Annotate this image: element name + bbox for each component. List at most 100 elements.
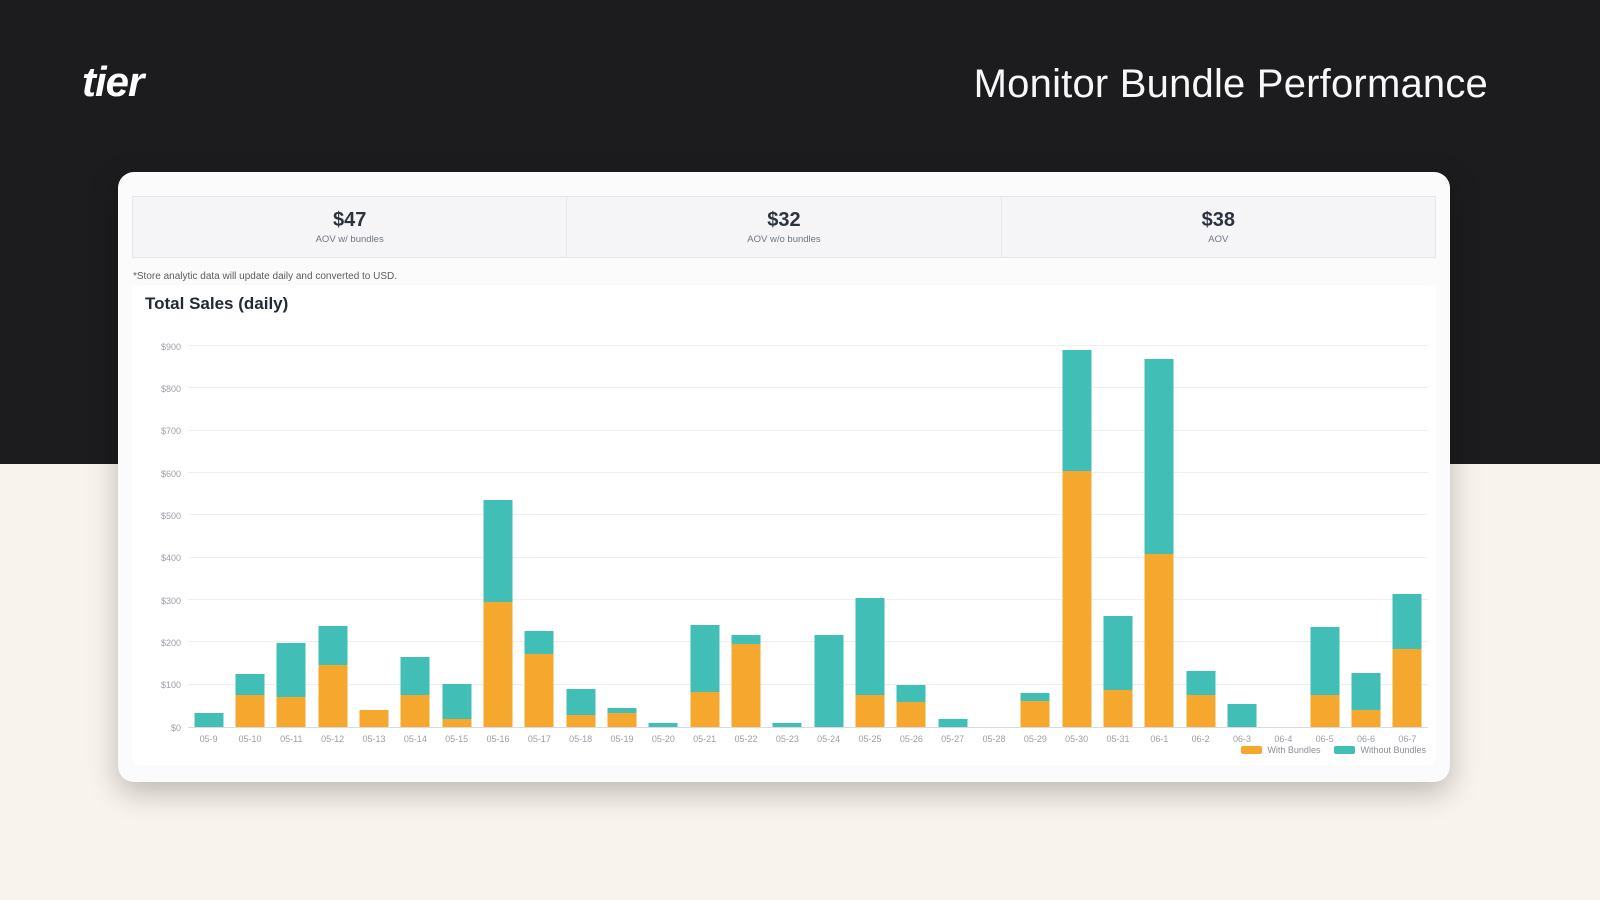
bar-segment-without-bundles[interactable]	[401, 657, 430, 695]
bar-segment-with-bundles[interactable]	[360, 710, 389, 727]
bar-group-05-17[interactable]	[525, 631, 554, 727]
bar-segment-without-bundles[interactable]	[814, 635, 843, 727]
bar-group-06-7[interactable]	[1393, 594, 1422, 727]
bar-group-05-12[interactable]	[318, 626, 347, 727]
bar-segment-without-bundles[interactable]	[277, 643, 306, 697]
bar-segment-with-bundles[interactable]	[401, 695, 430, 727]
bar-segment-with-bundles[interactable]	[484, 602, 513, 727]
bar-segment-without-bundles[interactable]	[442, 684, 471, 719]
bar-group-05-23[interactable]	[773, 723, 802, 727]
bar-group-05-9[interactable]	[194, 713, 223, 727]
bar-segment-with-bundles[interactable]	[236, 695, 265, 727]
bar-segment-with-bundles[interactable]	[1062, 471, 1091, 727]
bar-segment-with-bundles[interactable]	[1352, 710, 1381, 727]
bar-segment-without-bundles[interactable]	[1021, 693, 1050, 701]
y-axis-label: $100	[161, 680, 181, 690]
bar-group-05-16[interactable]	[484, 501, 513, 727]
bar-group-05-31[interactable]	[1104, 616, 1133, 727]
bar-segment-with-bundles[interactable]	[1310, 695, 1339, 727]
bar-segment-without-bundles[interactable]	[318, 626, 347, 665]
x-axis-label: 05-22	[734, 734, 757, 744]
bar-segment-with-bundles[interactable]	[897, 702, 926, 727]
bar-segment-with-bundles[interactable]	[1021, 701, 1050, 727]
bar-group-06-2[interactable]	[1186, 671, 1215, 727]
bar-group-05-24[interactable]	[814, 635, 843, 727]
x-axis-label: 05-25	[858, 734, 881, 744]
y-axis-label: $400	[161, 553, 181, 563]
bar-segment-without-bundles[interactable]	[484, 500, 513, 602]
bar-segment-without-bundles[interactable]	[773, 723, 802, 727]
x-axis-label: 06-7	[1398, 734, 1416, 744]
x-axis-label: 05-27	[941, 734, 964, 744]
bar-group-06-1[interactable]	[1145, 360, 1174, 727]
bar-segment-without-bundles[interactable]	[732, 635, 761, 644]
bar-segment-with-bundles[interactable]	[318, 665, 347, 727]
x-axis-label: 05-24	[817, 734, 840, 744]
bar-segment-without-bundles[interactable]	[1393, 594, 1422, 649]
stat-label: AOV w/o bundles	[747, 234, 820, 245]
bar-segment-with-bundles[interactable]	[525, 654, 554, 727]
bar-segment-with-bundles[interactable]	[1104, 690, 1133, 727]
bar-group-05-13[interactable]	[360, 710, 389, 727]
gridline	[188, 641, 1428, 642]
stat-aov-with-bundles: $47 AOV w/ bundles	[133, 197, 566, 257]
stats-row: $47 AOV w/ bundles $32 AOV w/o bundles $…	[132, 196, 1436, 258]
bar-group-06-5[interactable]	[1310, 628, 1339, 727]
bar-segment-with-bundles[interactable]	[442, 719, 471, 727]
bar-segment-with-bundles[interactable]	[732, 644, 761, 727]
bar-group-06-6[interactable]	[1352, 673, 1381, 727]
bar-group-05-18[interactable]	[566, 689, 595, 727]
bar-segment-with-bundles[interactable]	[277, 697, 306, 727]
bar-segment-with-bundles[interactable]	[1145, 554, 1174, 727]
legend-item-without-bundles[interactable]: Without Bundles	[1334, 745, 1426, 755]
bar-segment-without-bundles[interactable]	[856, 598, 885, 695]
bar-segment-without-bundles[interactable]	[690, 625, 719, 692]
bar-segment-without-bundles[interactable]	[1145, 359, 1174, 554]
stat-value: $32	[767, 209, 800, 232]
bar-segment-without-bundles[interactable]	[1104, 616, 1133, 690]
bar-segment-without-bundles[interactable]	[649, 723, 678, 727]
bar-segment-without-bundles[interactable]	[1186, 671, 1215, 695]
bar-group-05-30[interactable]	[1062, 350, 1091, 727]
plot-area: $0$100$200$300$400$500$600$700$800$90005…	[188, 347, 1428, 728]
bar-group-05-25[interactable]	[856, 599, 885, 727]
legend-swatch	[1334, 746, 1355, 754]
bar-group-05-21[interactable]	[690, 625, 719, 727]
bar-segment-without-bundles[interactable]	[566, 689, 595, 715]
bar-group-05-22[interactable]	[732, 635, 761, 727]
bar-segment-with-bundles[interactable]	[856, 695, 885, 727]
x-axis-label: 06-3	[1233, 734, 1251, 744]
bar-segment-without-bundles[interactable]	[608, 708, 637, 713]
bar-group-05-19[interactable]	[608, 708, 637, 727]
bar-segment-without-bundles[interactable]	[236, 674, 265, 695]
x-axis-label: 05-21	[693, 734, 716, 744]
bar-segment-without-bundles[interactable]	[1352, 673, 1381, 710]
bar-segment-without-bundles[interactable]	[194, 713, 223, 727]
stat-value: $47	[333, 209, 366, 232]
bar-group-05-14[interactable]	[401, 657, 430, 727]
bar-group-05-10[interactable]	[236, 674, 265, 727]
bar-segment-without-bundles[interactable]	[938, 719, 967, 727]
x-axis-label: 05-17	[528, 734, 551, 744]
bar-segment-without-bundles[interactable]	[1062, 350, 1091, 471]
bar-segment-without-bundles[interactable]	[897, 685, 926, 702]
bar-segment-with-bundles[interactable]	[690, 692, 719, 727]
bar-group-05-27[interactable]	[938, 719, 967, 727]
bar-group-05-11[interactable]	[277, 644, 306, 727]
bar-group-06-3[interactable]	[1228, 704, 1257, 727]
bar-segment-with-bundles[interactable]	[1393, 649, 1422, 727]
bar-segment-with-bundles[interactable]	[1186, 695, 1215, 727]
bar-segment-with-bundles[interactable]	[608, 713, 637, 727]
legend-item-with-bundles[interactable]: With Bundles	[1241, 745, 1320, 755]
bar-group-05-26[interactable]	[897, 685, 926, 727]
bar-segment-with-bundles[interactable]	[566, 715, 595, 727]
stat-value: $38	[1202, 209, 1235, 232]
bar-segment-without-bundles[interactable]	[525, 631, 554, 654]
x-axis-label: 05-12	[321, 734, 344, 744]
bar-group-05-29[interactable]	[1021, 693, 1050, 727]
gridline	[188, 345, 1428, 346]
bar-group-05-15[interactable]	[442, 685, 471, 727]
bar-segment-without-bundles[interactable]	[1310, 627, 1339, 695]
bar-group-05-20[interactable]	[649, 723, 678, 727]
bar-segment-without-bundles[interactable]	[1228, 704, 1257, 727]
